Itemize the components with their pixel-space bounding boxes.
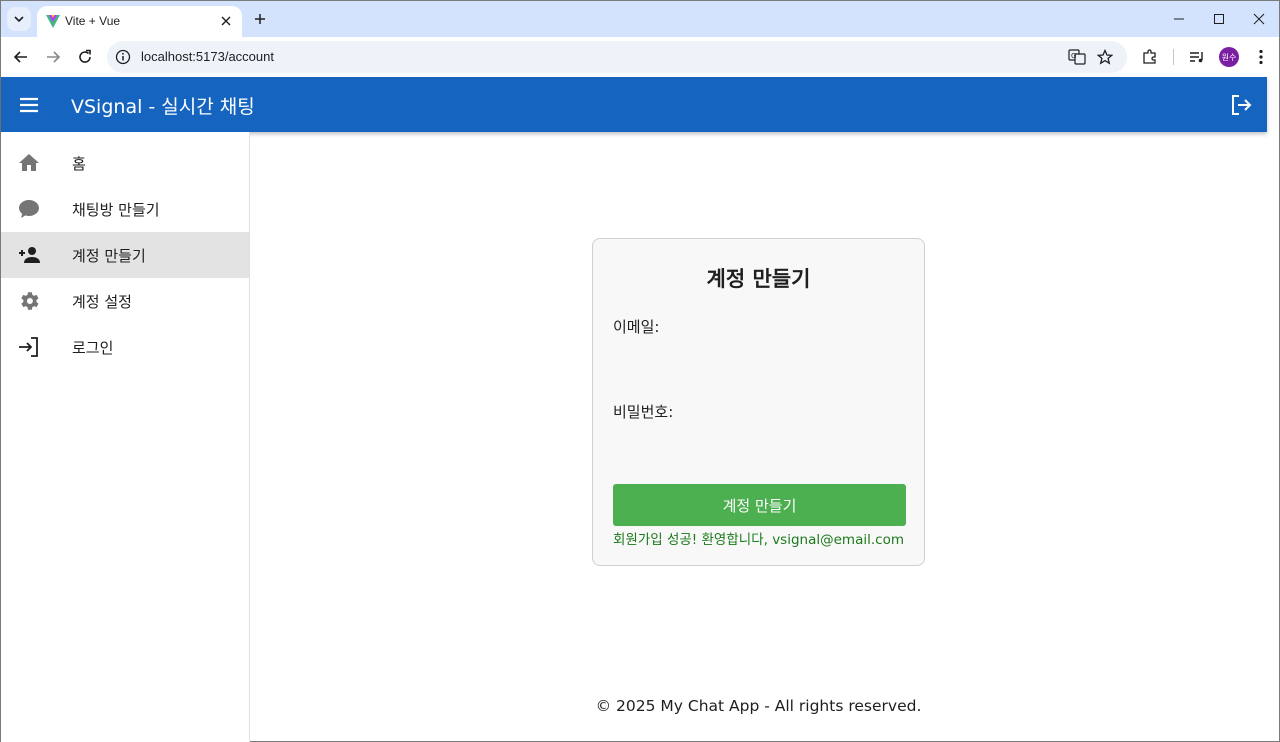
logout-icon[interactable] bbox=[1229, 93, 1253, 117]
create-account-button[interactable]: 계정 만들기 bbox=[613, 484, 906, 526]
new-tab-button[interactable] bbox=[250, 9, 270, 29]
info-icon[interactable] bbox=[115, 49, 131, 65]
forward-button[interactable] bbox=[41, 45, 65, 69]
gear-icon bbox=[21, 292, 39, 310]
sidebar-item-label: 계정 설정 bbox=[72, 293, 132, 311]
sidebar-item-label: 홈 bbox=[72, 155, 86, 173]
success-message: 회원가입 성공! 환영합니다, vsignal@email.com bbox=[613, 532, 904, 548]
maximize-button[interactable] bbox=[1207, 7, 1231, 31]
person-add-icon bbox=[19, 247, 40, 263]
close-icon bbox=[221, 16, 231, 26]
password-label: 비밀번호: bbox=[613, 403, 674, 421]
maximize-icon bbox=[1214, 14, 1224, 24]
email-label: 이메일: bbox=[613, 318, 660, 336]
translate-icon: G bbox=[1068, 49, 1086, 65]
minimize-icon bbox=[1174, 18, 1184, 20]
url-text: localhost:5173/account bbox=[141, 49, 274, 64]
hamburger-menu-icon[interactable] bbox=[17, 93, 41, 117]
sidebar-item-label: 채팅방 만들기 bbox=[72, 201, 160, 219]
profile-avatar[interactable]: 원수 bbox=[1219, 47, 1239, 67]
sidebar-item-label: 계정 만들기 bbox=[72, 247, 146, 265]
browser-menu-button[interactable] bbox=[1249, 45, 1273, 69]
vite-logo-icon bbox=[46, 15, 60, 28]
browser-toolbar: localhost:5173/account G 원수 bbox=[1, 37, 1279, 77]
sidebar: 홈 채팅방 만들기 계정 만들기 계정 설정 로그인 bbox=[1, 132, 250, 742]
address-bar[interactable]: localhost:5173/account G bbox=[107, 41, 1127, 73]
sidebar-item-label: 로그인 bbox=[72, 339, 114, 357]
sidebar-item-home[interactable]: 홈 bbox=[1, 140, 249, 186]
window-close-button[interactable] bbox=[1247, 7, 1271, 31]
tab-title: Vite + Vue bbox=[65, 14, 121, 28]
playlist-icon bbox=[1190, 52, 1203, 63]
chat-bubble-icon bbox=[19, 200, 39, 218]
app-bar: VSignal - 실시간 채팅 bbox=[1, 77, 1267, 132]
translate-button[interactable]: G bbox=[1067, 47, 1087, 67]
arrow-left-icon bbox=[13, 51, 27, 63]
password-field[interactable] bbox=[613, 428, 905, 456]
close-icon bbox=[1253, 13, 1265, 25]
signup-card: 계정 만들기 이메일: 비밀번호: 계정 만들기 회원가입 성공! 환영합니다,… bbox=[592, 238, 925, 566]
reload-icon bbox=[79, 49, 91, 63]
app-title: VSignal - 실시간 채팅 bbox=[71, 96, 255, 118]
chevron-down-icon bbox=[14, 16, 24, 23]
extensions-button[interactable] bbox=[1138, 45, 1162, 69]
toolbar-divider bbox=[1173, 49, 1174, 65]
bookmark-button[interactable] bbox=[1095, 47, 1115, 67]
minimize-button[interactable] bbox=[1167, 7, 1191, 31]
plus-icon bbox=[255, 14, 265, 24]
svg-text:G: G bbox=[1071, 52, 1076, 60]
sidebar-item-create-chatroom[interactable]: 채팅방 만들기 bbox=[1, 186, 249, 232]
sidebar-item-account-settings[interactable]: 계정 설정 bbox=[1, 278, 249, 324]
form-title: 계정 만들기 bbox=[706, 267, 811, 291]
tab-close-button[interactable] bbox=[218, 13, 234, 29]
email-field[interactable] bbox=[613, 343, 905, 371]
back-button[interactable] bbox=[9, 45, 33, 69]
star-icon bbox=[1097, 49, 1113, 65]
reload-button[interactable] bbox=[73, 45, 97, 69]
browser-tab[interactable]: Vite + Vue bbox=[37, 6, 242, 37]
kebab-menu-icon bbox=[1259, 49, 1263, 65]
login-icon bbox=[19, 337, 38, 357]
browser-tabstrip: Vite + Vue bbox=[1, 1, 1279, 37]
sidebar-item-login[interactable]: 로그인 bbox=[1, 324, 249, 370]
media-control-button[interactable] bbox=[1185, 45, 1209, 69]
home-icon bbox=[19, 154, 39, 171]
arrow-right-icon bbox=[47, 51, 61, 63]
puzzle-icon bbox=[1143, 49, 1156, 64]
sidebar-item-create-account[interactable]: 계정 만들기 bbox=[1, 232, 249, 278]
footer-text: © 2025 My Chat App - All rights reserved… bbox=[595, 697, 922, 715]
tab-search-button[interactable] bbox=[7, 7, 31, 31]
